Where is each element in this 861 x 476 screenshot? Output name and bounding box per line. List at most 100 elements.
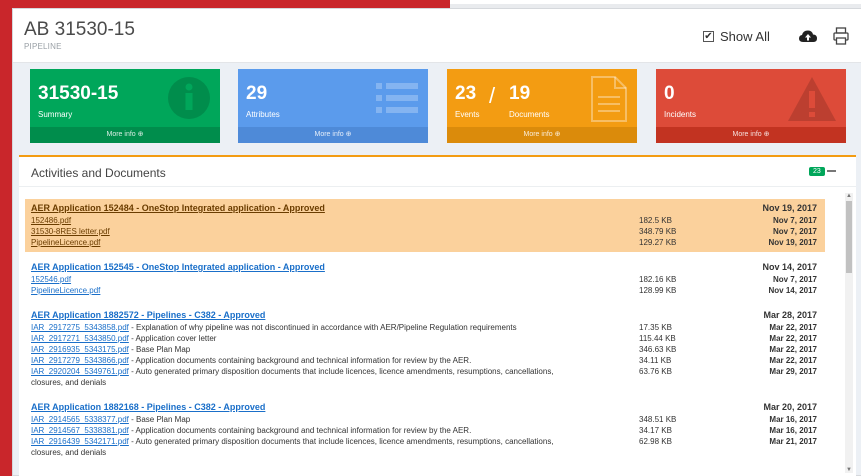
document-link[interactable]: PipelineLicence.pdf	[31, 238, 100, 247]
show-all-checkbox[interactable]: ✔	[703, 31, 714, 42]
document-row: PipelineLicence.pdf 128.99 KB Nov 14, 2017	[31, 285, 819, 296]
events-value: 23	[455, 83, 477, 104]
document-size: 348.79 KB	[639, 227, 677, 236]
document-date: Nov 19, 2017	[768, 238, 817, 247]
document-description: - Application cover letter	[128, 334, 217, 343]
page-subtitle: PIPELINE	[24, 42, 62, 51]
document-size: 34.11 KB	[639, 356, 672, 365]
document-link[interactable]: IAR_2920204_5349761.pdf	[31, 367, 129, 376]
attributes-box[interactable]: 29 Attributes More info ⊕	[238, 69, 428, 143]
document-size: 34.17 KB	[639, 426, 672, 435]
document-link[interactable]: IAR_2916935_5343175.pdf	[31, 345, 129, 354]
activity-group-header: AER Application 1882572 - Pipelines - C3…	[31, 309, 819, 322]
document-size: 182.16 KB	[639, 275, 677, 284]
list-icon	[376, 83, 418, 113]
document-size: 346.63 KB	[639, 345, 677, 354]
document-date: Mar 16, 2017	[769, 415, 817, 424]
document-row: IAR_2916439_5342171.pdf - Auto generated…	[31, 436, 819, 447]
pipeline-panel: AB 31530-15 PIPELINE ✔ Show All 31530-15…	[12, 8, 861, 476]
document-link[interactable]: IAR_2917275_5343858.pdf	[31, 323, 129, 332]
document-description: - Base Plan Map	[128, 415, 191, 424]
activity-group: AER Application 152545 - OneStop Integra…	[25, 258, 825, 300]
document-size: 62.98 KB	[639, 437, 672, 446]
application-date: Mar 20, 2017	[763, 402, 817, 412]
document-date: Nov 7, 2017	[772, 227, 817, 236]
document-row: 152546.pdf 182.16 KB Nov 7, 2017	[31, 274, 819, 285]
document-link[interactable]: 152486.pdf	[31, 216, 71, 225]
document-link[interactable]: IAR_2917279_5343866.pdf	[31, 356, 129, 365]
application-link[interactable]: AER Application 152484 - OneStop Integra…	[31, 203, 325, 213]
summary-label: Summary	[38, 110, 73, 119]
print-icon[interactable]	[833, 27, 849, 45]
document-link[interactable]: 31530-8RES letter.pdf	[31, 227, 110, 236]
document-size: 115.44 KB	[639, 334, 676, 343]
document-link[interactable]: IAR_2914567_5338381.pdf	[31, 426, 129, 435]
activity-group: AER Application 1882572 - Pipelines - C3…	[25, 306, 825, 392]
document-link[interactable]: IAR_2917271_5343850.pdf	[31, 334, 129, 343]
document-row: 152486.pdf 182.5 KB Nov 7, 2017	[31, 215, 819, 226]
incidents-box[interactable]: 0 Incidents More info ⊕	[656, 69, 846, 143]
attributes-more-info-link[interactable]: More info ⊕	[238, 127, 428, 143]
document-description: - Auto generated primary disposition doc…	[128, 367, 554, 376]
background-strip	[450, 0, 861, 4]
document-description: - Explanation of why pipeline was not di…	[128, 323, 517, 332]
document-link[interactable]: PipelineLicence.pdf	[31, 286, 100, 295]
document-date: Mar 22, 2017	[769, 356, 817, 365]
cloud-upload-icon[interactable]	[799, 29, 817, 45]
document-row: IAR_2916935_5343175.pdf - Base Plan Map 3…	[31, 344, 819, 355]
document-row: 31530-8RES letter.pdf 348.79 KB Nov 7, 201…	[31, 226, 819, 237]
document-size: 182.5 KB	[639, 216, 672, 225]
events-more-info-link[interactable]: More info ⊕	[447, 127, 637, 143]
scroll-down-icon[interactable]: ▼	[846, 467, 852, 473]
document-date: Mar 22, 2017	[769, 334, 817, 343]
document-size: 128.99 KB	[639, 286, 677, 295]
application-link[interactable]: AER Application 152545 - OneStop Integra…	[31, 262, 325, 272]
document-date: Mar 21, 2017	[769, 437, 817, 446]
document-date: Mar 29, 2017	[769, 367, 817, 376]
events-label: Events	[455, 110, 480, 119]
summary-value: 31530-15	[38, 83, 119, 104]
minus-icon[interactable]	[827, 170, 836, 172]
document-row: IAR_2917271_5343850.pdf - Application co…	[31, 333, 819, 344]
page-title: AB 31530-15	[24, 19, 135, 40]
summary-box[interactable]: 31530-15 Summary More info ⊕	[30, 69, 220, 143]
panel-header: AB 31530-15 PIPELINE ✔ Show All	[13, 9, 861, 63]
document-size: 129.27 KB	[639, 238, 677, 247]
warning-icon	[788, 77, 836, 121]
scrollbar-thumb[interactable]	[846, 201, 852, 273]
application-date: Nov 14, 2017	[762, 262, 817, 272]
document-date: Mar 22, 2017	[769, 323, 817, 332]
application-date: Nov 19, 2017	[762, 203, 817, 213]
document-description: - Base Plan Map	[128, 345, 191, 354]
document-date: Nov 7, 2017	[772, 275, 817, 284]
document-description: - Application documents containing backg…	[128, 356, 472, 365]
document-row: IAR_2914567_5338381.pdf - Application do…	[31, 425, 819, 436]
document-row: IAR_2917279_5343866.pdf - Application do…	[31, 355, 819, 366]
document-size: 17.35 KB	[639, 323, 672, 332]
activity-group: AER Application 1882168 - Pipelines - C3…	[25, 398, 825, 462]
activities-scrollbar[interactable]: ▲ ▼	[845, 193, 853, 473]
documents-value: 19	[509, 83, 531, 104]
application-link[interactable]: AER Application 1882572 - Pipelines - C3…	[31, 310, 265, 320]
document-description-continued: closures, and denials	[31, 448, 107, 457]
document-description: - Application documents containing backg…	[128, 426, 472, 435]
document-link[interactable]: IAR_2916439_5342171.pdf	[31, 437, 129, 446]
document-link[interactable]: IAR_2914565_5338377.pdf	[31, 415, 129, 424]
activity-group-header: AER Application 152484 - OneStop Integra…	[31, 202, 819, 215]
show-all-toggle[interactable]: ✔ Show All	[703, 29, 770, 44]
document-link[interactable]: 152546.pdf	[31, 275, 71, 284]
document-description-continued: closures, and denials	[31, 378, 107, 387]
application-link[interactable]: AER Application 1882168 - Pipelines - C3…	[31, 402, 265, 412]
scroll-up-icon[interactable]: ▲	[846, 193, 852, 199]
document-row: IAR_2920204_5349761.pdf - Auto generated…	[31, 366, 819, 377]
activities-documents-panel: Activities and Documents 23 AER Applicat…	[19, 155, 856, 476]
incidents-value: 0	[664, 83, 675, 104]
attributes-value: 29	[246, 83, 268, 104]
incidents-more-info-link[interactable]: More info ⊕	[656, 127, 846, 143]
document-icon	[591, 76, 627, 122]
document-row: IAR_2914565_5338377.pdf - Base Plan Map 3…	[31, 414, 819, 425]
events-documents-box[interactable]: 23 Events / 19 Documents More info ⊕	[447, 69, 637, 143]
activity-group-header: AER Application 1882168 - Pipelines - C3…	[31, 401, 819, 414]
activities-title: Activities and Documents	[31, 166, 166, 180]
summary-more-info-link[interactable]: More info ⊕	[30, 127, 220, 143]
